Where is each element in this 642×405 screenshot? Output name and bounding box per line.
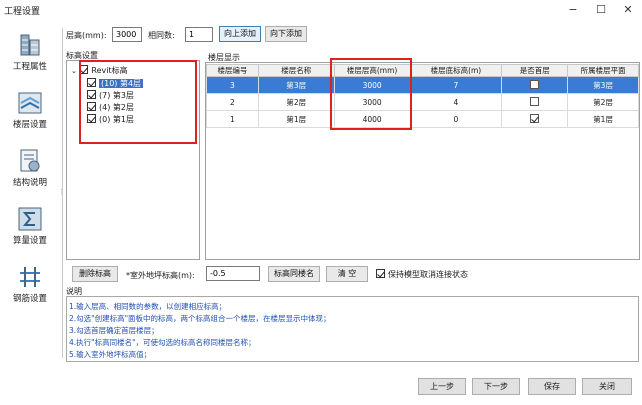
col-floor-no[interactable]: 楼层编号 [206,64,259,77]
count-label: 相同数: [148,31,175,40]
cell-name[interactable]: 第2层 [257,93,335,111]
sidebar-item-label: 钢筋设置 [12,294,47,304]
highlight-box [79,60,197,144]
sidebar-item-label: 算量设置 [12,236,47,246]
keep-state-label: 保持模型取消连接状态 [388,270,468,279]
keep-state-checkbox[interactable] [376,269,385,278]
cell-no[interactable]: 2 [206,93,259,111]
next-button[interactable]: 下一步 [472,378,520,395]
cell-name[interactable]: 第1层 [257,110,335,128]
cell-base[interactable]: 0 [409,110,503,128]
cell-base[interactable]: 7 [409,76,503,94]
collapse-icon[interactable]: ⌄ [71,67,77,75]
title-bar: 工程设置 − ☐ ✕ [0,0,642,20]
window-title: 工程设置 [4,7,41,17]
table-row[interactable]: 1 第1层 4000 0 第1层 [206,110,639,128]
add-up-button[interactable]: 向上添加 [219,26,261,42]
sidebar-item-structure-notes[interactable]: 结构说明 [3,144,57,196]
first-floor-checkbox[interactable] [530,113,540,123]
sidebar-item-rebar-settings[interactable]: 钢筋设置 [3,260,57,312]
height-input[interactable] [112,27,142,42]
cell-base[interactable]: 4 [409,93,503,111]
minimize-button[interactable]: − [562,2,584,18]
col-floor-plan[interactable]: 所属楼层平面 [567,64,639,77]
cell-name[interactable]: 第3层 [257,76,335,94]
cell-first[interactable] [501,76,569,94]
rebar-icon [17,264,43,290]
cell-no[interactable]: 1 [206,110,259,128]
close-window-button[interactable]: ✕ [617,2,639,18]
first-floor-checkbox[interactable] [530,79,540,89]
outdoor-level-label: *室外地坪标高(m): [126,271,195,280]
floor-table: 楼层编号 楼层名称 楼层层高(mm) 楼层底标高(m) 是否首层 所属楼层平面 … [206,64,639,128]
clear-button[interactable]: 清 空 [326,266,368,282]
structure-doc-icon [17,148,43,174]
building-icon [17,32,43,58]
floors-icon [17,90,43,116]
save-button[interactable]: 保存 [528,378,576,395]
description-line: 2.勾选"创建标高"面板中的标高，两个标高组合一个楼层，在楼层显示中体现； [69,314,331,323]
description-line: 3.勾选首层确定首层楼层； [69,326,159,335]
sidebar-item-quantity-settings[interactable]: 算量设置 [3,202,57,254]
cell-first[interactable] [501,93,569,111]
keep-state-option[interactable]: 保持模型取消连接状态 [376,269,468,280]
maximize-button[interactable]: ☐ [590,2,612,18]
prev-button[interactable]: 上一步 [418,378,466,395]
col-floor-base[interactable]: 楼层底标高(m) [409,64,503,77]
height-label: 层高(mm): [66,31,107,40]
sidebar-item-label: 工程属性 [12,62,47,72]
cell-plan[interactable]: 第1层 [567,110,639,128]
description-line: 5.输入室外地坪标高值； [69,350,152,359]
description-line: 4.执行"标高同楼名"，可使勾选的标高名称同楼层名称； [69,338,256,347]
delete-level-button[interactable]: 删除标高 [72,266,118,282]
col-floor-name[interactable]: 楼层名称 [257,64,335,77]
table-row[interactable]: 2 第2层 3000 4 第2层 [206,93,639,111]
sidebar-item-label: 结构说明 [12,178,47,188]
count-input[interactable] [185,27,213,42]
outdoor-level-input[interactable] [206,266,260,281]
cell-plan[interactable]: 第2层 [567,93,639,111]
description-box: 1.输入层高、相同数的参数，以创建相应标高； 2.勾选"创建标高"面板中的标高，… [66,296,639,362]
highlight-box [330,58,412,130]
table-row[interactable]: 3 第3层 3000 7 第3层 [206,76,639,94]
first-floor-checkbox[interactable] [530,96,540,106]
splitter-handle[interactable]: ⋮ [58,188,65,196]
level-tree: ⌄ Revit标高 (10) 第4层 (7) 第3层 (4) 第2层 (0) 第… [66,60,200,260]
sigma-icon [17,206,43,232]
sidebar-item-project-properties[interactable]: 工程属性 [3,28,57,80]
cell-no[interactable]: 3 [206,76,259,94]
sidebar-item-label: 楼层设置 [12,120,47,130]
rename-level-button[interactable]: 标高同楼名 [268,266,320,282]
description-line: 1.输入层高、相同数的参数，以创建相应标高； [69,302,227,311]
sidebar-item-floor-settings[interactable]: 楼层设置 [3,86,57,138]
col-is-first[interactable]: 是否首层 [501,64,569,77]
add-down-button[interactable]: 向下添加 [265,26,307,42]
cell-first[interactable] [501,110,569,128]
close-button[interactable]: 关闭 [582,378,632,395]
cell-plan[interactable]: 第3层 [567,76,639,94]
sidebar: 工程属性 楼层设置 结构说明 算量设置 钢筋设置 [0,22,60,362]
